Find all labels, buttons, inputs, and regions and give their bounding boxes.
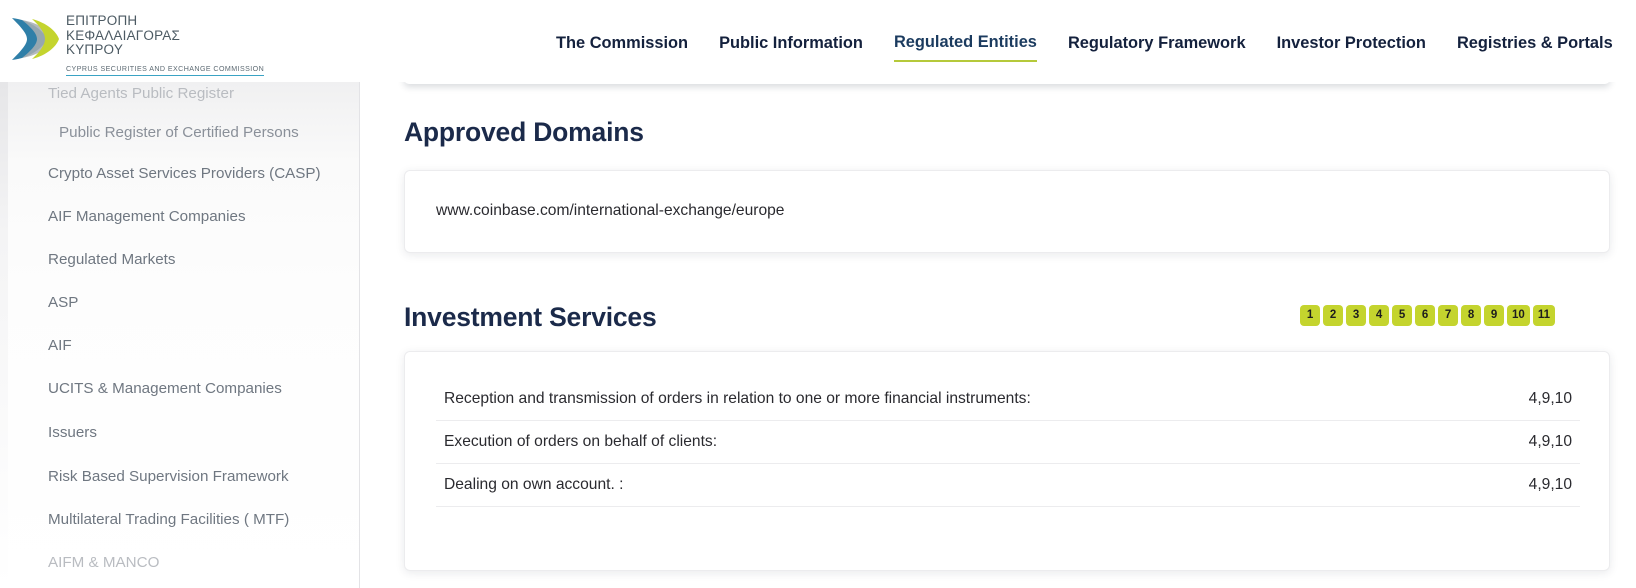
- pagination-badge-3[interactable]: 3: [1346, 305, 1366, 326]
- pagination-badge-10[interactable]: 10: [1507, 305, 1530, 326]
- approved-domains-card: www.coinbase.com/international-exchange/…: [404, 170, 1610, 253]
- sidebar-item-tied-agents-public-register[interactable]: Tied Agents Public Register: [48, 84, 234, 104]
- sidebar-item-ucits-management-companies[interactable]: UCITS & Management Companies: [48, 379, 282, 399]
- sidebar-navigation: Tied Agents Public Register Public Regist…: [0, 82, 360, 588]
- nav-item-investor-protection[interactable]: Investor Protection: [1277, 34, 1426, 61]
- investment-service-value: 4,9,10: [1529, 432, 1572, 452]
- pagination-badge-9[interactable]: 9: [1484, 305, 1504, 326]
- logo-title-line-3: ΚΥΠΡΟΥ: [66, 43, 264, 58]
- investment-service-label: Execution of orders on behalf of clients…: [444, 432, 717, 452]
- nav-item-registries-portals[interactable]: Registries & Portals: [1457, 34, 1613, 61]
- sidebar-item-aif[interactable]: AIF: [48, 336, 72, 356]
- sidebar-item-multilateral-trading-facilities-mtf[interactable]: Multilateral Trading Facilities ( MTF): [48, 510, 289, 530]
- investment-services-table: Reception and transmission of orders in …: [436, 378, 1580, 507]
- investment-service-label: Reception and transmission of orders in …: [444, 389, 1031, 409]
- pagination-badge-8[interactable]: 8: [1461, 305, 1481, 326]
- sidebar-item-aifm-manco[interactable]: AIFM & MANCO: [48, 553, 159, 573]
- investment-services-pagination: 1234567891011: [1300, 305, 1555, 326]
- pagination-badge-6[interactable]: 6: [1415, 305, 1435, 326]
- investment-services-title: Investment Services: [404, 302, 657, 332]
- site-logo[interactable]: ΕΠΙΤΡΟΠΗ ΚΕΦΑΛΑΙΑΓΟΡΑΣ ΚΥΠΡΟΥ CYPRUS SEC…: [8, 10, 264, 76]
- main-navigation: The Commission Public Information Regulate…: [556, 33, 1613, 62]
- investment-service-label: Dealing on own account. :: [444, 475, 623, 495]
- investment-service-row: Reception and transmission of orders in …: [436, 378, 1580, 421]
- nav-item-regulated-entities[interactable]: Regulated Entities: [894, 33, 1037, 62]
- nav-item-the-commission[interactable]: The Commission: [556, 34, 688, 61]
- sidebar-edge-shadow: [0, 82, 8, 588]
- main-content: Approved Domains www.coinbase.com/intern…: [360, 82, 1636, 588]
- site-header: ΕΠΙΤΡΟΠΗ ΚΕΦΑΛΑΙΑΓΟΡΑΣ ΚΥΠΡΟΥ CYPRUS SEC…: [0, 0, 1636, 82]
- nav-item-public-information[interactable]: Public Information: [719, 34, 863, 61]
- sidebar-item-crypto-asset-services-providers-casp[interactable]: Crypto Asset Services Providers (CASP): [48, 164, 321, 184]
- investment-service-row: Dealing on own account. : 4,9,10: [436, 464, 1580, 507]
- approved-domain-item[interactable]: www.coinbase.com/international-exchange/…: [436, 201, 784, 221]
- investment-service-value: 4,9,10: [1529, 475, 1572, 495]
- pagination-badge-5[interactable]: 5: [1392, 305, 1412, 326]
- cysec-logo-icon: [8, 10, 60, 68]
- pagination-badge-1[interactable]: 1: [1300, 305, 1320, 326]
- investment-service-row: Execution of orders on behalf of clients…: [436, 421, 1580, 464]
- logo-title-line-2: ΚΕΦΑΛΑΙΑΓΟΡΑΣ: [66, 29, 264, 44]
- nav-item-regulatory-framework[interactable]: Regulatory Framework: [1068, 34, 1246, 61]
- sidebar-item-public-register-of-certified-persons[interactable]: Public Register of Certified Persons: [59, 123, 299, 143]
- investment-services-card: Reception and transmission of orders in …: [404, 351, 1610, 571]
- pagination-badge-7[interactable]: 7: [1438, 305, 1458, 326]
- logo-title-line-1: ΕΠΙΤΡΟΠΗ: [66, 14, 264, 29]
- sidebar-item-risk-based-supervision-framework[interactable]: Risk Based Supervision Framework: [48, 467, 289, 487]
- logo-wordmark: ΕΠΙΤΡΟΠΗ ΚΕΦΑΛΑΙΑΓΟΡΑΣ ΚΥΠΡΟΥ CYPRUS SEC…: [66, 10, 264, 76]
- sidebar-item-asp[interactable]: ASP: [48, 293, 78, 313]
- sidebar-item-aif-management-companies[interactable]: AIF Management Companies: [48, 207, 246, 227]
- pagination-badge-11[interactable]: 11: [1533, 305, 1555, 326]
- pagination-badge-4[interactable]: 4: [1369, 305, 1389, 326]
- approved-domains-title: Approved Domains: [404, 117, 644, 147]
- investment-service-value: 4,9,10: [1529, 389, 1572, 409]
- pagination-badge-2[interactable]: 2: [1323, 305, 1343, 326]
- sidebar-item-issuers[interactable]: Issuers: [48, 423, 97, 443]
- sidebar-item-regulated-markets[interactable]: Regulated Markets: [48, 250, 175, 270]
- previous-card-bottom-edge: [404, 82, 1610, 84]
- logo-subtitle: CYPRUS SECURITIES AND EXCHANGE COMMISSIO…: [66, 65, 264, 76]
